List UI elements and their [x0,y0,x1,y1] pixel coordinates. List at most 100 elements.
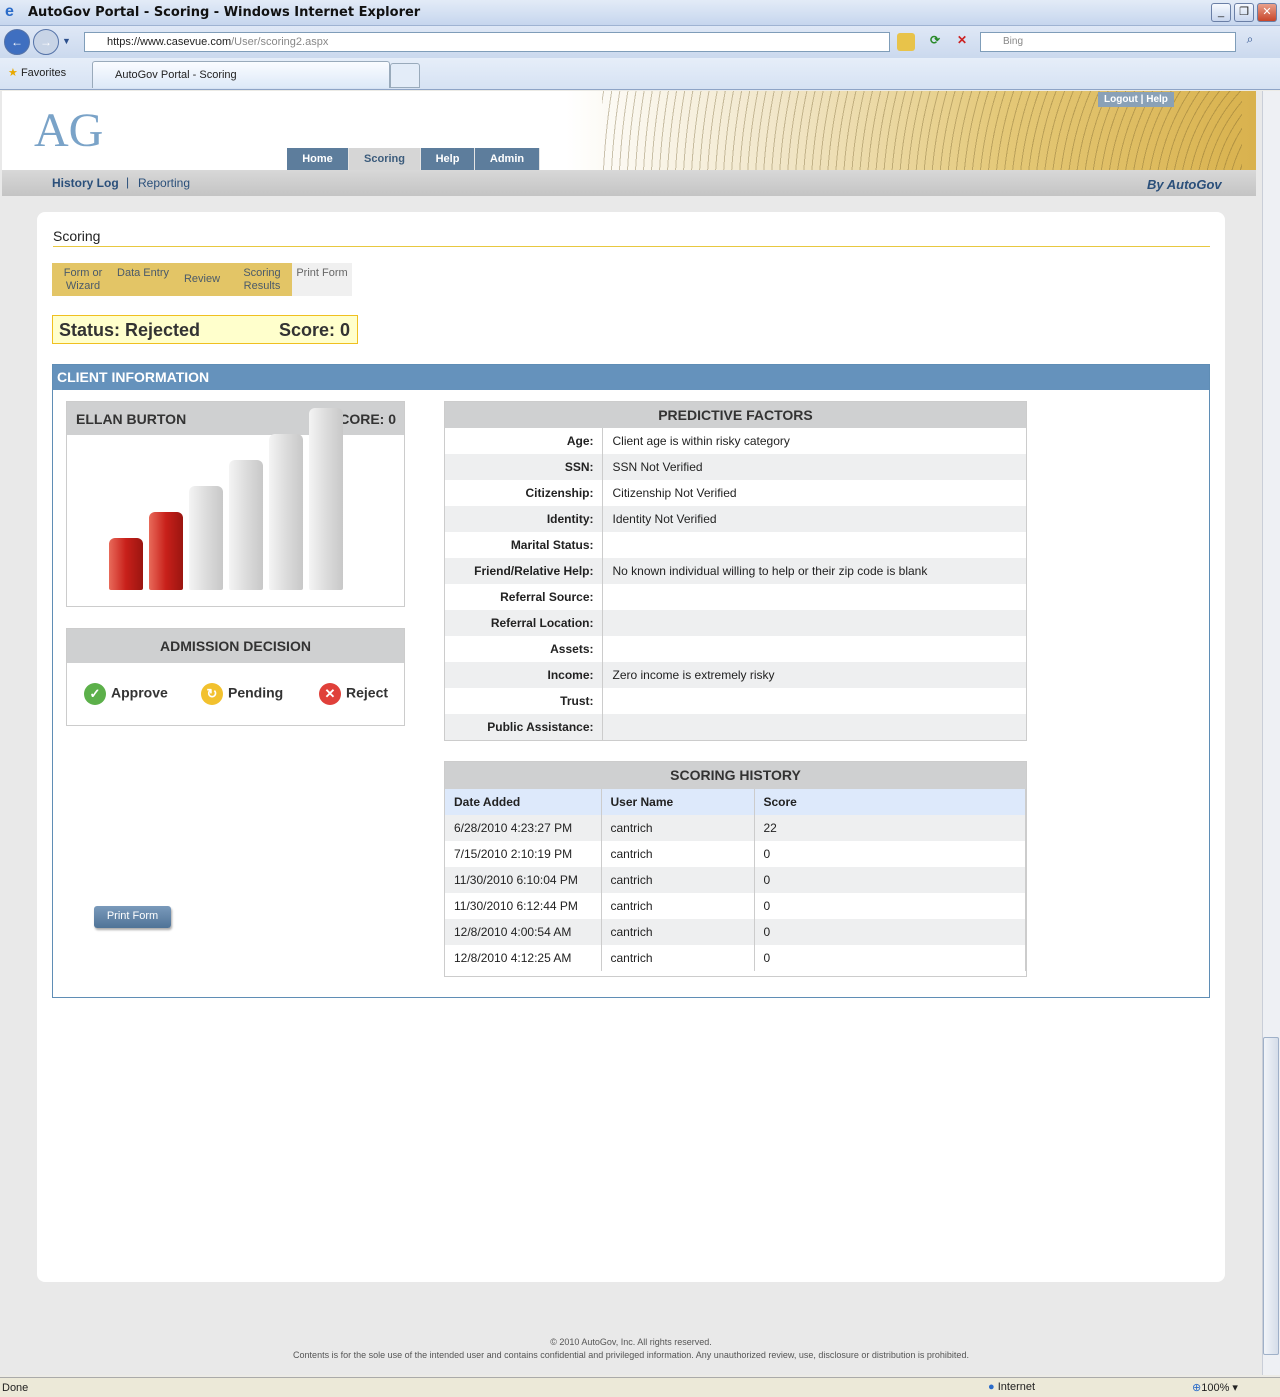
divider [53,246,1210,247]
factor-row: Identity: Identity Not Verified [445,506,1026,532]
page-title: Scoring [53,228,101,244]
reporting-link[interactable]: Reporting [138,176,190,190]
page-viewport: AG Logout | Help Home Scoring Help Admin… [0,91,1262,1375]
score-cell: 0 [754,867,1026,893]
factor-label: Referral Location: [445,610,603,636]
search-icon[interactable]: ⌕ [1240,32,1260,52]
copyright: © 2010 AutoGov, Inc. All rights reserved… [550,1337,712,1347]
reject-button[interactable]: ✕ Reject [319,683,388,705]
scoring-history-title: SCORING HISTORY [445,762,1026,789]
minimize-button[interactable]: _ [1211,3,1231,22]
search-input[interactable]: Bing [980,32,1236,52]
footer: © 2010 AutoGov, Inc. All rights reserved… [0,1336,1262,1362]
table-row: 12/8/2010 4:12:25 AM cantrich 0 [445,945,1026,971]
step-data-entry[interactable]: Data Entry [114,263,172,296]
step-scoring-results[interactable]: Scoring Results [232,263,292,296]
factor-value: No known individual willing to help or t… [602,558,1026,584]
factor-label: Marital Status: [445,532,603,558]
nav-help[interactable]: Help [421,148,475,170]
factor-value [602,532,1026,558]
close-window-button[interactable]: ✕ [1257,3,1277,22]
section-header: CLIENT INFORMATION [53,365,1209,390]
factor-row: Citizenship: Citizenship Not Verified [445,480,1026,506]
globe-icon: ● [988,1381,995,1393]
factor-value [602,714,1026,740]
maximize-button[interactable]: ❐ [1234,3,1254,22]
print-form-button[interactable]: Print Form [94,906,171,928]
client-name: ELLAN BURTON [76,411,187,427]
factor-label: Trust: [445,688,603,714]
zoom-icon: ⊕ [1192,1382,1202,1394]
meter-bar [229,460,263,590]
pending-icon: ↻ [201,683,223,705]
scoring-history: SCORING HISTORY Date Added User Name Score… [444,761,1027,977]
factor-row: SSN: SSN Not Verified [445,454,1026,480]
check-icon: ✓ [84,683,106,705]
star-icon: ★ [8,67,18,79]
nav-home[interactable]: Home [287,148,349,170]
stop-button[interactable]: ✕ [952,33,972,51]
byline: By AutoGov [1147,177,1222,192]
back-button[interactable]: ← [4,29,30,55]
nav-scoring[interactable]: Scoring [349,148,421,170]
predictive-factors-title: PREDICTIVE FACTORS [445,402,1026,428]
table-row: 12/8/2010 4:00:54 AM cantrich 0 [445,919,1026,945]
pending-button[interactable]: ↻ Pending [201,683,283,705]
window-title: AutoGov Portal - Scoring - Windows Inter… [28,5,421,20]
status-text: Done [2,1382,29,1394]
factor-label: Friend/Relative Help: [445,558,603,584]
help-link[interactable]: Help [1146,94,1168,105]
zoom-control[interactable]: ⊕100% ▾ [1192,1381,1238,1394]
new-tab-button[interactable] [390,63,420,88]
factor-row: Income: Zero income is extremely risky [445,662,1026,688]
forward-button[interactable]: → [33,29,59,55]
ie-icon: e [5,3,14,20]
lock-icon[interactable] [897,33,915,51]
factor-row: Marital Status: [445,532,1026,558]
factor-label: Income: [445,662,603,688]
score-text: Score: 0 [278,320,350,340]
factor-value [602,636,1026,662]
step-form-or-wizard[interactable]: Form or Wizard [52,263,114,296]
factor-value: SSN Not Verified [602,454,1026,480]
address-input[interactable]: https://www.casevue.com/User/scoring2.as… [84,32,890,52]
nav-admin[interactable]: Admin [475,148,540,170]
history-log-link[interactable]: History Log [52,176,119,190]
date-added-cell: 12/8/2010 4:00:54 AM [445,919,602,945]
scoring-history-table: Date Added User Name Score 6/28/2010 4:23:… [445,789,1026,971]
logout-link[interactable]: Logout [1104,94,1138,105]
confidentiality-notice: Contents is for the sole use of the inte… [293,1350,969,1360]
score-cell: 0 [754,945,1026,971]
refresh-button[interactable]: ⟳ [925,33,945,51]
history-dropdown-icon[interactable]: ▼ [62,36,71,46]
approve-button[interactable]: ✓ Approve [84,683,168,705]
predictive-factors-table: Age: Client age is within risky category S… [445,428,1026,740]
score-cell: 0 [754,841,1026,867]
col-date-added[interactable]: Date Added [445,789,602,815]
col-user-name[interactable]: User Name [601,789,755,815]
step-print-form[interactable]: Print Form [292,263,352,296]
factor-value: Zero income is extremely risky [602,662,1026,688]
score-meter [67,408,404,606]
step-review[interactable]: Review [172,263,232,296]
date-added-cell: 11/30/2010 6:12:44 PM [445,893,602,919]
meter-bar [269,434,303,590]
factor-label: SSN: [445,454,603,480]
score-card: ELLAN BURTON SCORE: 0 [66,401,405,607]
scrollbar-thumb[interactable] [1263,1037,1279,1355]
col-score[interactable]: Score [754,789,1026,815]
table-row: 11/30/2010 6:10:04 PM cantrich 0 [445,867,1026,893]
favorites-button[interactable]: ★ Favorites [8,66,66,79]
autogov-logo: AG [34,104,104,157]
date-added-cell: 7/15/2010 2:10:19 PM [445,841,602,867]
factor-row: Referral Source: [445,584,1026,610]
browser-tab[interactable]: AutoGov Portal - Scoring [92,61,390,88]
user-name-cell: cantrich [601,945,755,971]
score-cell: 22 [754,815,1026,841]
factor-value [602,584,1026,610]
table-row: 11/30/2010 6:12:44 PM cantrich 0 [445,893,1026,919]
score-cell: 0 [754,893,1026,919]
score-cell: 0 [754,919,1026,945]
date-added-cell: 6/28/2010 4:23:27 PM [445,815,602,841]
factor-row: Assets: [445,636,1026,662]
